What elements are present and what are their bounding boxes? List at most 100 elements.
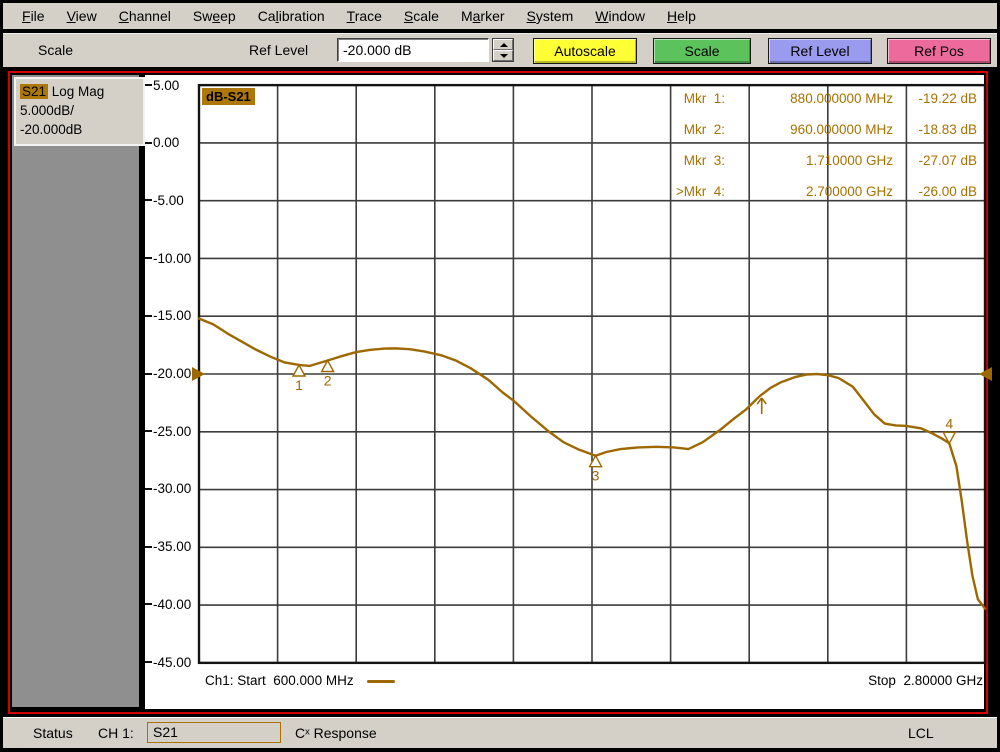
y-axis-tick: -40.00 [145,595,199,613]
ref-level-input[interactable] [337,38,489,62]
svg-text:1: 1 [295,377,303,393]
svg-text:2: 2 [324,373,332,389]
y-axis-tick: -20.00 [145,365,199,383]
menu-scale[interactable]: Scale [393,5,450,27]
y-axis-tick-label: -40.00 [153,597,191,612]
marker-readout-cell: 2.700000 GHz [725,182,893,202]
menu-channel[interactable]: Channel [108,5,182,27]
y-axis-tick: 5.00 [145,76,199,94]
marker-readout-row: Mkr 3:1.710000 GHz-27.07 dB [645,151,979,171]
y-axis-tick-label: -35.00 [153,539,191,554]
menu-bar: FileViewChannelSweepCalibrationTraceScal… [3,3,997,29]
tick-mark [145,603,152,605]
trace-info-box[interactable]: S21 Log Mag 5.000dB/ -20.000dB [14,77,145,146]
status-label: Status [33,725,73,741]
menu-calibration[interactable]: Calibration [247,5,336,27]
y-axis-tick-label: -10.00 [153,251,191,266]
marker-readout-cell: 960.000000 MHz [725,120,893,140]
instrument-display: S21 Log Mag 5.000dB/ -20.000dB 5.000.00-… [8,71,988,714]
marker-readout-cell: 880.000000 MHz [725,89,893,109]
marker-readout-row: >Mkr 4:2.700000 GHz-26.00 dB [645,182,979,202]
tick-mark [145,546,152,548]
y-axis-tick: -5.00 [145,191,199,209]
scale-toolbar: Scale Ref Level Autoscale Scale Ref Level R… [3,33,997,67]
menu-marker[interactable]: Marker [450,5,516,27]
scale-button[interactable]: Scale [653,38,751,64]
tick-mark [145,199,152,201]
ref-level-button[interactable]: Ref Level [768,38,872,64]
y-axis-tick-label: -30.00 [153,481,191,496]
stop-frequency-label: Stop 2.80000 GHz [868,670,983,692]
channel-label: CH 1: [98,725,134,741]
tick-mark [145,142,152,144]
ref-level-label: Ref Level [249,42,308,58]
menu-system[interactable]: System [516,5,585,27]
y-axis-tick-label: -25.00 [153,424,191,439]
trace-title-badge: dB-S21 [202,88,255,105]
y-axis-tick: -10.00 [145,249,199,267]
y-axis-tick-label: -15.00 [153,308,191,323]
svg-text:3: 3 [592,468,600,484]
marker-readout-cell: -18.83 dB [893,120,979,140]
menu-sweep[interactable]: Sweep [182,5,247,27]
marker-readout-cell: -26.00 dB [893,182,979,202]
spinner-down-button[interactable] [493,50,513,61]
vna-application: { "menubar": { "items": [ {"pre":"","key… [0,0,1000,752]
menu-window[interactable]: Window [584,5,656,27]
marker-readout-row: Mkr 1:880.000000 MHz-19.22 dB [645,89,979,109]
down-arrow-icon [500,54,508,58]
y-axis-tick-label: -45.00 [153,655,191,670]
marker-readout-row: Mkr 2:960.000000 MHz-18.83 dB [645,120,979,140]
start-frequency-label: Ch1: Start 600.000 MHz [205,670,354,692]
menu-help[interactable]: Help [656,5,707,27]
chart-area: 5.00 0.00 -5.00 -10.00 -15.00 -20.00 -25.00 -30… [145,75,984,709]
marker-readout-cell: Mkr 1: [645,89,725,109]
marker-readout-cell: Mkr 3: [645,151,725,171]
measurement-indicator: S21 [147,722,281,743]
autoscale-button[interactable]: Autoscale [533,38,637,64]
active-marker-arrow-icon [757,398,766,414]
y-axis-tick: 0.00 [145,134,199,152]
menu-view[interactable]: View [56,5,108,27]
y-axis-tick-label: -20.00 [153,366,191,381]
y-axis-tick: -25.00 [145,422,199,440]
marker-readout-cell: Mkr 2: [645,120,725,140]
y-axis-tick: -30.00 [145,480,199,498]
tick-mark [145,430,152,432]
tick-mark [145,661,152,663]
x-axis-annotation: Ch1: Start 600.000 MHz Stop 2.80000 GHz [199,670,985,692]
status-bar: Status CH 1: S21 Cˣ Response LCL [3,717,997,748]
marker-1-symbol: 1 [293,365,305,393]
menu-trace[interactable]: Trace [336,5,393,27]
spinner-up-button[interactable] [493,39,513,50]
tick-mark [145,84,152,86]
tick-mark [145,257,152,259]
local-mode-indicator: LCL [908,725,934,741]
trace-side-panel: S21 Log Mag 5.000dB/ -20.000dB [12,75,139,707]
y-axis-tick: -15.00 [145,307,199,325]
menu-file[interactable]: File [11,5,56,27]
marker-readout-cell: 1.710000 GHz [725,151,893,171]
tick-mark [145,373,152,375]
trace-color-indicator [367,680,395,683]
svg-text:4: 4 [945,415,953,431]
up-arrow-icon [500,43,508,47]
trace-scale-label: 5.000dB/ [20,101,139,120]
marker-readout-cell: >Mkr 4: [645,182,725,202]
y-axis-tick-label: 5.00 [153,78,179,93]
marker-4-symbol: 4 [943,415,955,443]
y-axis-tick-label: -5.00 [153,193,184,208]
ref-pos-button[interactable]: Ref Pos [887,38,991,64]
marker-readout-cell: -19.22 dB [893,89,979,109]
tick-mark [145,315,152,317]
tick-mark [145,488,152,490]
marker-readout-table: Mkr 1:880.000000 MHz-19.22 dB Mkr 2:960.0… [645,89,979,213]
y-axis-tick-label: 0.00 [153,135,179,150]
ref-level-spinner [492,38,514,62]
toolbar-mode-label: Scale [38,42,73,58]
trace-format-label: Log Mag [48,84,104,99]
y-axis-tick: -35.00 [145,538,199,556]
y-axis-tick: -45.00 [145,653,199,671]
trace-ref-label: -20.000dB [20,120,139,139]
marker-readout-cell: -27.07 dB [893,151,979,171]
